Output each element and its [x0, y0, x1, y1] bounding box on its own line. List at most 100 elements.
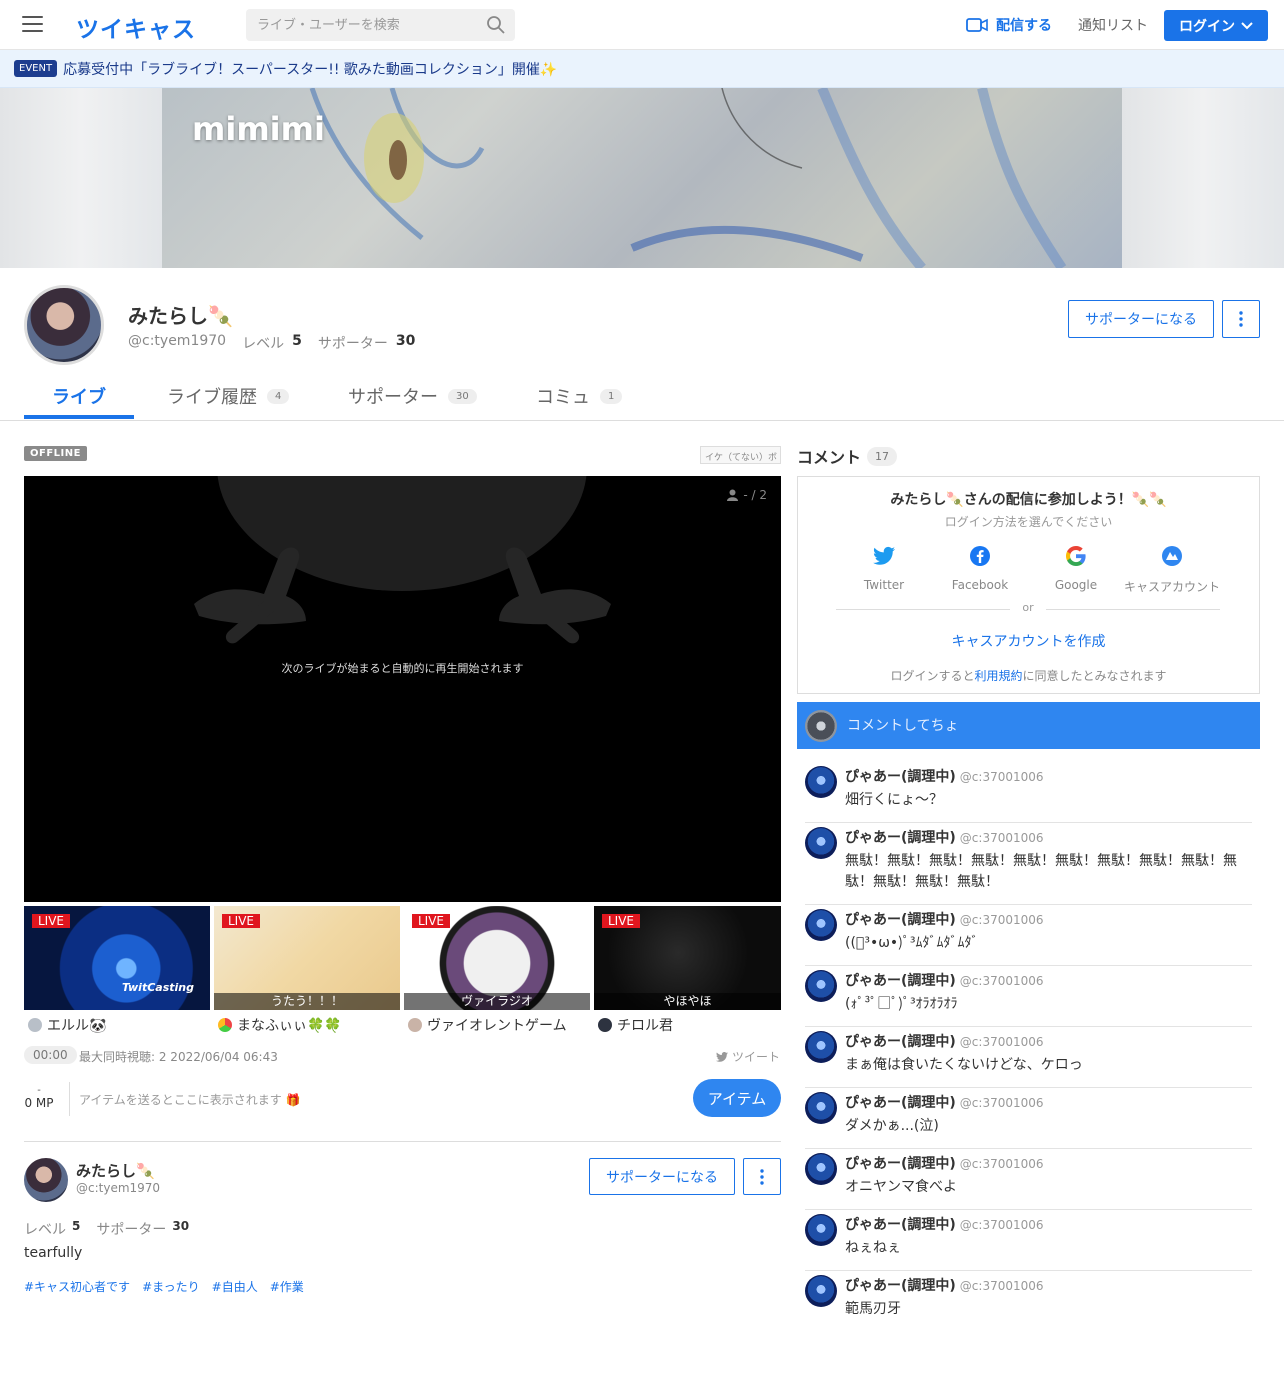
comment-avatar[interactable] — [805, 1275, 837, 1307]
supporter-label: サポーター — [96, 1222, 167, 1238]
event-text[interactable]: 応募受付中「ラブライブ！スーパースター!! 歌みた動画コレクション」開催✨ — [63, 59, 557, 79]
comment-author-name: ぴゃあー(調理中) — [845, 1278, 956, 1294]
tag-link[interactable]: #自由人 — [212, 1278, 258, 1295]
banner-title: mimimi — [192, 110, 325, 148]
become-supporter-button-2[interactable]: サポーターになる — [589, 1158, 735, 1195]
terms-link[interactable]: 利用規約 — [974, 669, 1022, 683]
recommended-user-4[interactable]: チロル君 — [598, 1015, 673, 1035]
active-tab-indicator — [24, 415, 134, 419]
comment-avatar[interactable] — [805, 1031, 837, 1063]
profile-name: みたらし🍡 — [128, 304, 233, 328]
comment-avatar[interactable] — [805, 1092, 837, 1124]
google-icon — [1066, 546, 1086, 566]
profile-card-meta: レベル 5 サポーター 30 — [24, 1219, 199, 1239]
comment-author-id: @c:37001006 — [959, 831, 1044, 845]
recommended-user-3[interactable]: ヴァイオレントゲーム — [408, 1015, 567, 1035]
comment-author[interactable]: ぴゃあー(調理中) @c:37001006 — [845, 1214, 1044, 1234]
recommended-stream-3[interactable]: LIVE ヴァイラジオ — [404, 906, 590, 1010]
comment-author[interactable]: ぴゃあー(調理中) @c:37001006 — [845, 1275, 1044, 1295]
comment-text: ((ﾟ³•ω•)ﾟ³ﾑﾀﾞﾑﾀﾞﾑﾀﾞ — [845, 935, 979, 951]
create-account-link[interactable]: キャスアカウントを作成 — [798, 631, 1259, 651]
comment-author-name: ぴゃあー(調理中) — [845, 912, 956, 928]
comment-author-name: ぴゃあー(調理中) — [845, 769, 956, 785]
comment-avatar[interactable] — [805, 1153, 837, 1185]
search-input[interactable] — [246, 9, 515, 41]
recommended-user-2[interactable]: まなふぃぃ🍀🍀 — [218, 1015, 342, 1035]
profile-avatar-small[interactable] — [24, 1158, 68, 1202]
tweet-link[interactable]: ツイート — [716, 1048, 780, 1065]
user-name: チロル君 — [617, 1018, 673, 1034]
become-supporter-button[interactable]: サポーターになる — [1068, 300, 1214, 338]
comment-avatar[interactable] — [805, 827, 837, 859]
comment-text: 畑行くにょ〜？ — [845, 792, 943, 808]
comment-input-bar[interactable] — [797, 702, 1260, 749]
recommended-user-1[interactable]: エルル🐼 — [28, 1015, 106, 1035]
comment-text: ダメかぁ...(泣) — [845, 1118, 939, 1134]
profile-avatar[interactable] — [24, 285, 104, 365]
tab-community-label: コミュ — [536, 387, 590, 408]
video-player[interactable]: - / 2 次のライブが始まると自動的に再生開始されます — [24, 476, 781, 902]
profile-card-id: @c:tyem1970 — [76, 1181, 161, 1195]
twitter-login-button[interactable]: Twitter — [836, 545, 932, 592]
comment-author[interactable]: ぴゃあー(調理中) @c:37001006 — [845, 970, 1044, 990]
level-value: 5 — [292, 333, 302, 349]
recommended-stream-4[interactable]: LIVE やほやほ — [594, 906, 781, 1010]
banner-side-left — [0, 88, 162, 268]
comment-avatar[interactable] — [805, 766, 837, 798]
offline-badge: OFFLINE — [24, 446, 87, 461]
facebook-icon — [970, 546, 990, 566]
recommended-stream-1[interactable]: LIVE TwitCasting — [24, 906, 210, 1010]
comment-author[interactable]: ぴゃあー(調理中) @c:37001006 — [845, 827, 1044, 847]
comment-item: ぴゃあー(調理中) @c:37001006 (ｫﾟ³ﾟ□ﾟ)ﾟ³ｵﾗｵﾗｵﾗ — [805, 966, 1252, 1027]
user-avatar — [28, 1018, 42, 1032]
more-options-button-2[interactable] — [743, 1158, 781, 1195]
recommended-stream-2[interactable]: LIVE うたう！！！ — [214, 906, 400, 1010]
hashtag-box[interactable]: イケ（てない）ボ — [700, 446, 781, 464]
tweet-label: ツイート — [732, 1050, 781, 1064]
comment-text: 範馬刃牙 — [845, 1301, 901, 1317]
viewer-count: - / 2 — [727, 488, 767, 502]
facebook-login-button[interactable]: Facebook — [932, 545, 1028, 592]
comment-text: まぁ俺は食いたくないけどな、ケロっ — [845, 1057, 1083, 1073]
comment-author[interactable]: ぴゃあー(調理中) @c:37001006 — [845, 766, 1044, 786]
comment-avatar[interactable] — [805, 909, 837, 941]
search-icon[interactable] — [486, 15, 506, 35]
profile-card-name[interactable]: みたらし🍡 — [76, 1160, 155, 1181]
comment-avatar[interactable] — [805, 1214, 837, 1246]
comment-author[interactable]: ぴゃあー(調理中) @c:37001006 — [845, 909, 1044, 929]
tab-live-history[interactable]: ライブ履歴 4 — [167, 383, 290, 421]
comment-item: ぴゃあー(調理中) @c:37001006 ねぇねぇ — [805, 1210, 1252, 1271]
comment-input[interactable] — [847, 717, 1227, 734]
mp-counter: - 0 MP — [24, 1086, 54, 1111]
comment-author-id: @c:37001006 — [959, 1157, 1044, 1171]
comment-author[interactable]: ぴゃあー(調理中) @c:37001006 — [845, 1031, 1044, 1051]
notify-list-link[interactable]: 通知リスト — [1078, 15, 1148, 35]
item-button[interactable]: アイテム — [693, 1079, 781, 1117]
broadcast-button[interactable]: 配信する — [966, 15, 1052, 35]
comments-title: コメント — [797, 448, 862, 467]
tag-link[interactable]: #作業 — [270, 1278, 304, 1295]
event-bar[interactable]: EVENT 応募受付中「ラブライブ！スーパースター!! 歌みた動画コレクション」… — [0, 50, 1284, 88]
logo[interactable]: ツイキャス — [76, 10, 196, 44]
more-options-button[interactable] — [1222, 300, 1260, 338]
comment-author[interactable]: ぴゃあー(調理中) @c:37001006 — [845, 1092, 1044, 1112]
menu-icon[interactable] — [22, 16, 43, 33]
live-badge: LIVE — [602, 914, 641, 928]
login-button[interactable]: ログイン — [1164, 10, 1268, 41]
google-login-button[interactable]: Google — [1028, 545, 1124, 592]
comment-author[interactable]: ぴゃあー(調理中) @c:37001006 — [845, 1153, 1044, 1173]
profile-tabs: ライブ ライブ履歴 4 サポーター 30 コミュ 1 — [0, 373, 1284, 421]
tab-supporters[interactable]: サポーター 30 — [348, 383, 477, 421]
terms-post: に同意したとみなされます — [1022, 669, 1167, 683]
comment-avatar[interactable] — [805, 970, 837, 1002]
cas-account-login-button[interactable]: キャスアカウント — [1124, 545, 1220, 595]
comment-author-id: @c:37001006 — [959, 1096, 1044, 1110]
comment-item: ぴゃあー(調理中) @c:37001006 ((ﾟ³•ω•)ﾟ³ﾑﾀﾞﾑﾀﾞﾑﾀﾞ — [805, 905, 1252, 966]
more-vertical-icon — [760, 1168, 764, 1185]
login-prompt-subtitle: ログイン方法を選んでください — [944, 515, 1113, 529]
event-badge: EVENT — [14, 60, 58, 77]
stream-stats: 最大同時視聴: 2 2022/06/04 06:43 — [79, 1050, 278, 1064]
tab-community[interactable]: コミュ 1 — [536, 383, 623, 421]
tag-link[interactable]: #まったり — [142, 1278, 200, 1295]
tag-link[interactable]: #キャス初心者です — [24, 1278, 130, 1295]
